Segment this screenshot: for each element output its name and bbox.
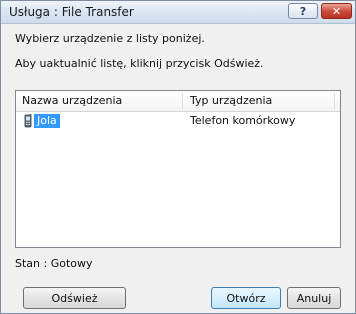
close-icon: ✕ — [331, 4, 342, 18]
status-text: Stan : Gotowy — [15, 257, 93, 270]
column-header-type[interactable]: Typ urządzenia — [190, 94, 272, 107]
device-type: Telefon komórkowy — [190, 114, 296, 127]
close-button[interactable]: ✕ — [321, 3, 352, 19]
device-list[interactable]: Nazwa urządzenia Typ urządzenia Jola Tel… — [15, 90, 341, 248]
mobile-phone-icon — [24, 114, 32, 128]
instruction-refresh: Aby uaktualnić listę, kliknij przycisk O… — [15, 57, 264, 70]
help-button[interactable]: ? — [288, 3, 318, 19]
open-button[interactable]: Otwórz — [211, 287, 281, 309]
column-header-name[interactable]: Nazwa urządzenia — [22, 94, 122, 107]
column-divider[interactable] — [334, 93, 335, 109]
column-divider[interactable] — [182, 93, 183, 109]
title-bar[interactable]: Usługa : File Transfer ? ✕ — [1, 1, 355, 24]
list-header: Nazwa urządzenia Typ urządzenia — [16, 91, 340, 112]
dialog-body: Wybierz urządzenie z listy poniżej. Aby … — [1, 24, 355, 313]
instruction-select: Wybierz urządzenie z listy poniżej. — [15, 32, 205, 45]
refresh-button[interactable]: Odśwież — [23, 287, 126, 309]
window-title: Usługa : File Transfer — [9, 5, 134, 19]
file-transfer-dialog: Usługa : File Transfer ? ✕ Wybierz urząd… — [0, 0, 356, 314]
cancel-button[interactable]: Anuluj — [287, 287, 341, 309]
device-name: Jola — [34, 114, 60, 128]
list-item[interactable]: Jola Telefon komórkowy — [18, 113, 338, 129]
help-icon: ? — [299, 4, 307, 18]
